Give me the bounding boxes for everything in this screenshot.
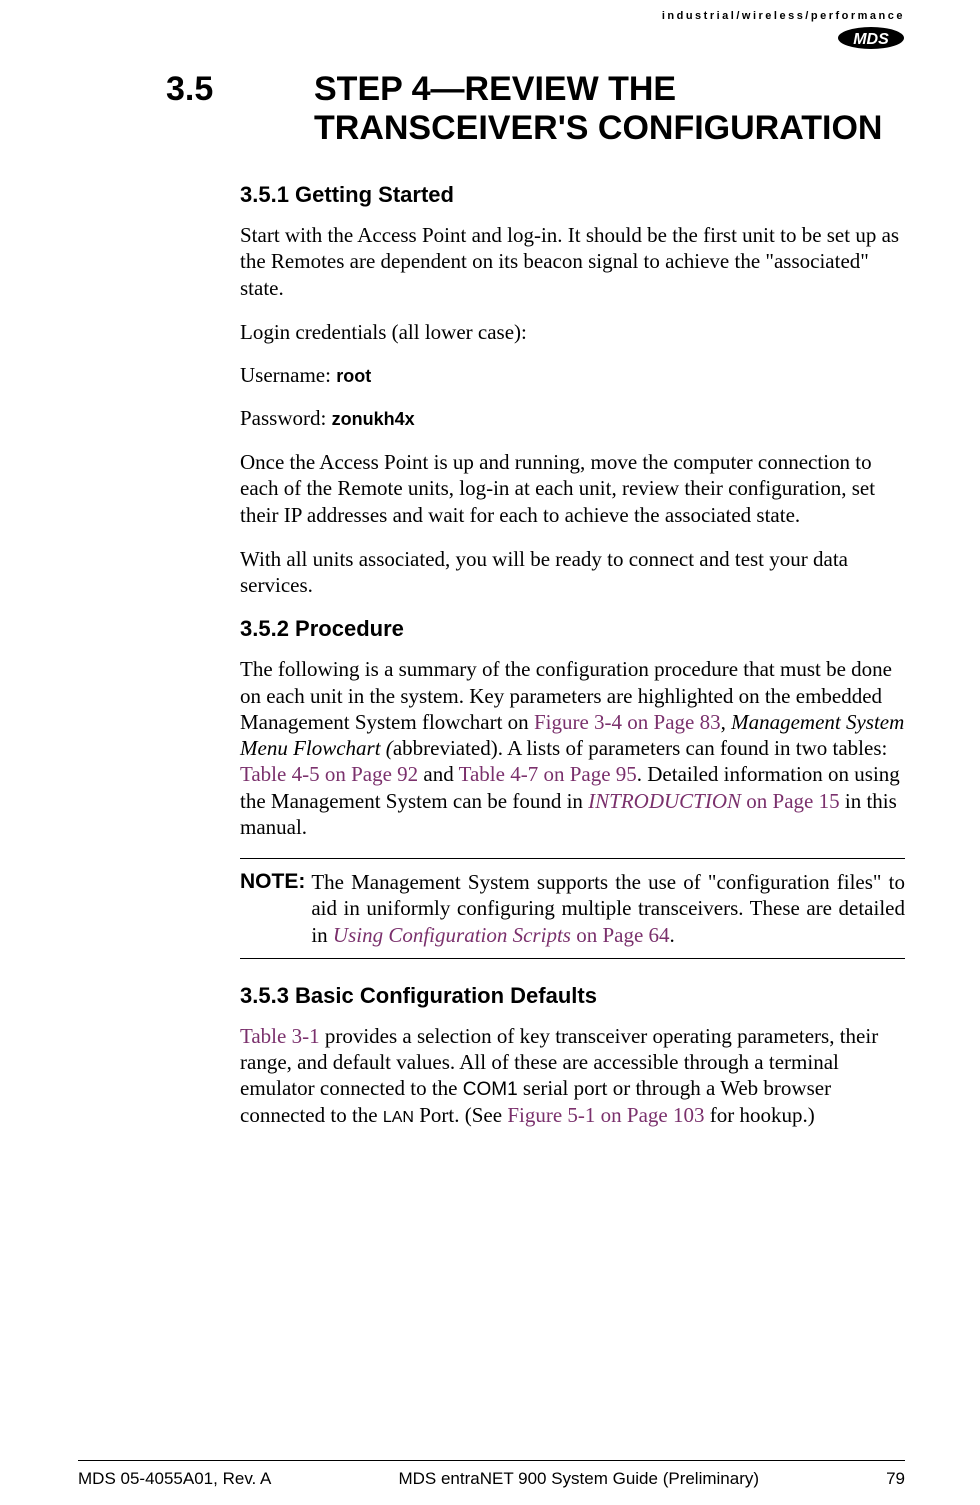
body-paragraph: The following is a summary of the config… bbox=[240, 656, 905, 840]
xref-table-3-1[interactable]: Table 3-1 bbox=[240, 1024, 320, 1048]
username-value: root bbox=[336, 366, 371, 386]
note-label: NOTE: bbox=[240, 869, 311, 948]
page-footer: MDS 05-4055A01, Rev. A MDS entraNET 900 … bbox=[78, 1460, 905, 1489]
footer-left: MDS 05-4055A01, Rev. A bbox=[78, 1469, 271, 1489]
text-span: Port. (See bbox=[414, 1103, 507, 1127]
page-content: 3.5 STEP 4—REVIEW THE TRANSCEIVER'S CONFI… bbox=[240, 70, 905, 1146]
xref-text-italic: INTRODUCTION bbox=[588, 789, 741, 813]
footer-center: MDS entraNET 900 System Guide (Prelimina… bbox=[398, 1469, 759, 1489]
xref-table-4-5[interactable]: Table 4-5 on Page 92 bbox=[240, 762, 418, 786]
body-paragraph: Once the Access Point is up and running,… bbox=[240, 449, 905, 528]
section-number: 3.5 bbox=[240, 70, 300, 109]
credential-username: Username: root bbox=[240, 363, 905, 388]
mds-logo-icon: MDS bbox=[837, 26, 905, 50]
mds-logo: MDS bbox=[837, 26, 905, 55]
text-span: for hookup.) bbox=[704, 1103, 814, 1127]
password-label: Password: bbox=[240, 406, 332, 430]
body-paragraph: Start with the Access Point and log-in. … bbox=[240, 222, 905, 301]
section-title: STEP 4—REVIEW THE TRANSCEIVER'S CONFIGUR… bbox=[314, 70, 882, 147]
body-paragraph: Login credentials (all lower case): bbox=[240, 319, 905, 345]
xref-text: on Page 15 bbox=[741, 789, 840, 813]
body-paragraph: With all units associated, you will be r… bbox=[240, 546, 905, 599]
note-block: NOTE: The Management System supports the… bbox=[240, 858, 905, 959]
xref-config-scripts[interactable]: Using Configuration Scripts on Page 64 bbox=[333, 923, 670, 947]
xref-figure-3-4[interactable]: Figure 3-4 on Page 83 bbox=[534, 710, 721, 734]
username-label: Username: bbox=[240, 363, 336, 387]
lan-label: LAN bbox=[383, 1109, 414, 1126]
header-tagline: industrial/wireless/performance bbox=[662, 10, 905, 22]
password-value: zonukh4x bbox=[332, 409, 415, 429]
subsection-heading-3: 3.5.3 Basic Configuration Defaults bbox=[240, 983, 905, 1009]
svg-text:MDS: MDS bbox=[853, 31, 889, 48]
xref-figure-5-1[interactable]: Figure 5-1 on Page 103 bbox=[507, 1103, 704, 1127]
note-body: The Management System supports the use o… bbox=[311, 869, 905, 948]
com1-label: COM1 bbox=[463, 1079, 518, 1100]
body-paragraph: Table 3-1 provides a selection of key tr… bbox=[240, 1023, 905, 1129]
subsection-heading-2: 3.5.2 Procedure bbox=[240, 616, 905, 642]
subsection-heading-1: 3.5.1 Getting Started bbox=[240, 182, 905, 208]
credential-password: Password: zonukh4x bbox=[240, 406, 905, 431]
text-span: abbreviated). A lists of parameters can … bbox=[393, 736, 888, 760]
xref-text: on Page 64 bbox=[571, 923, 670, 947]
footer-page-number: 79 bbox=[886, 1469, 905, 1489]
section-heading: 3.5 STEP 4—REVIEW THE TRANSCEIVER'S CONFI… bbox=[240, 70, 905, 148]
xref-text-italic: Using Configuration Scripts bbox=[333, 923, 571, 947]
xref-introduction[interactable]: INTRODUCTION on Page 15 bbox=[588, 789, 839, 813]
text-span: , bbox=[721, 710, 732, 734]
text-span: and bbox=[418, 762, 458, 786]
xref-table-4-7[interactable]: Table 4-7 on Page 95 bbox=[459, 762, 637, 786]
text-span: . bbox=[670, 923, 675, 947]
